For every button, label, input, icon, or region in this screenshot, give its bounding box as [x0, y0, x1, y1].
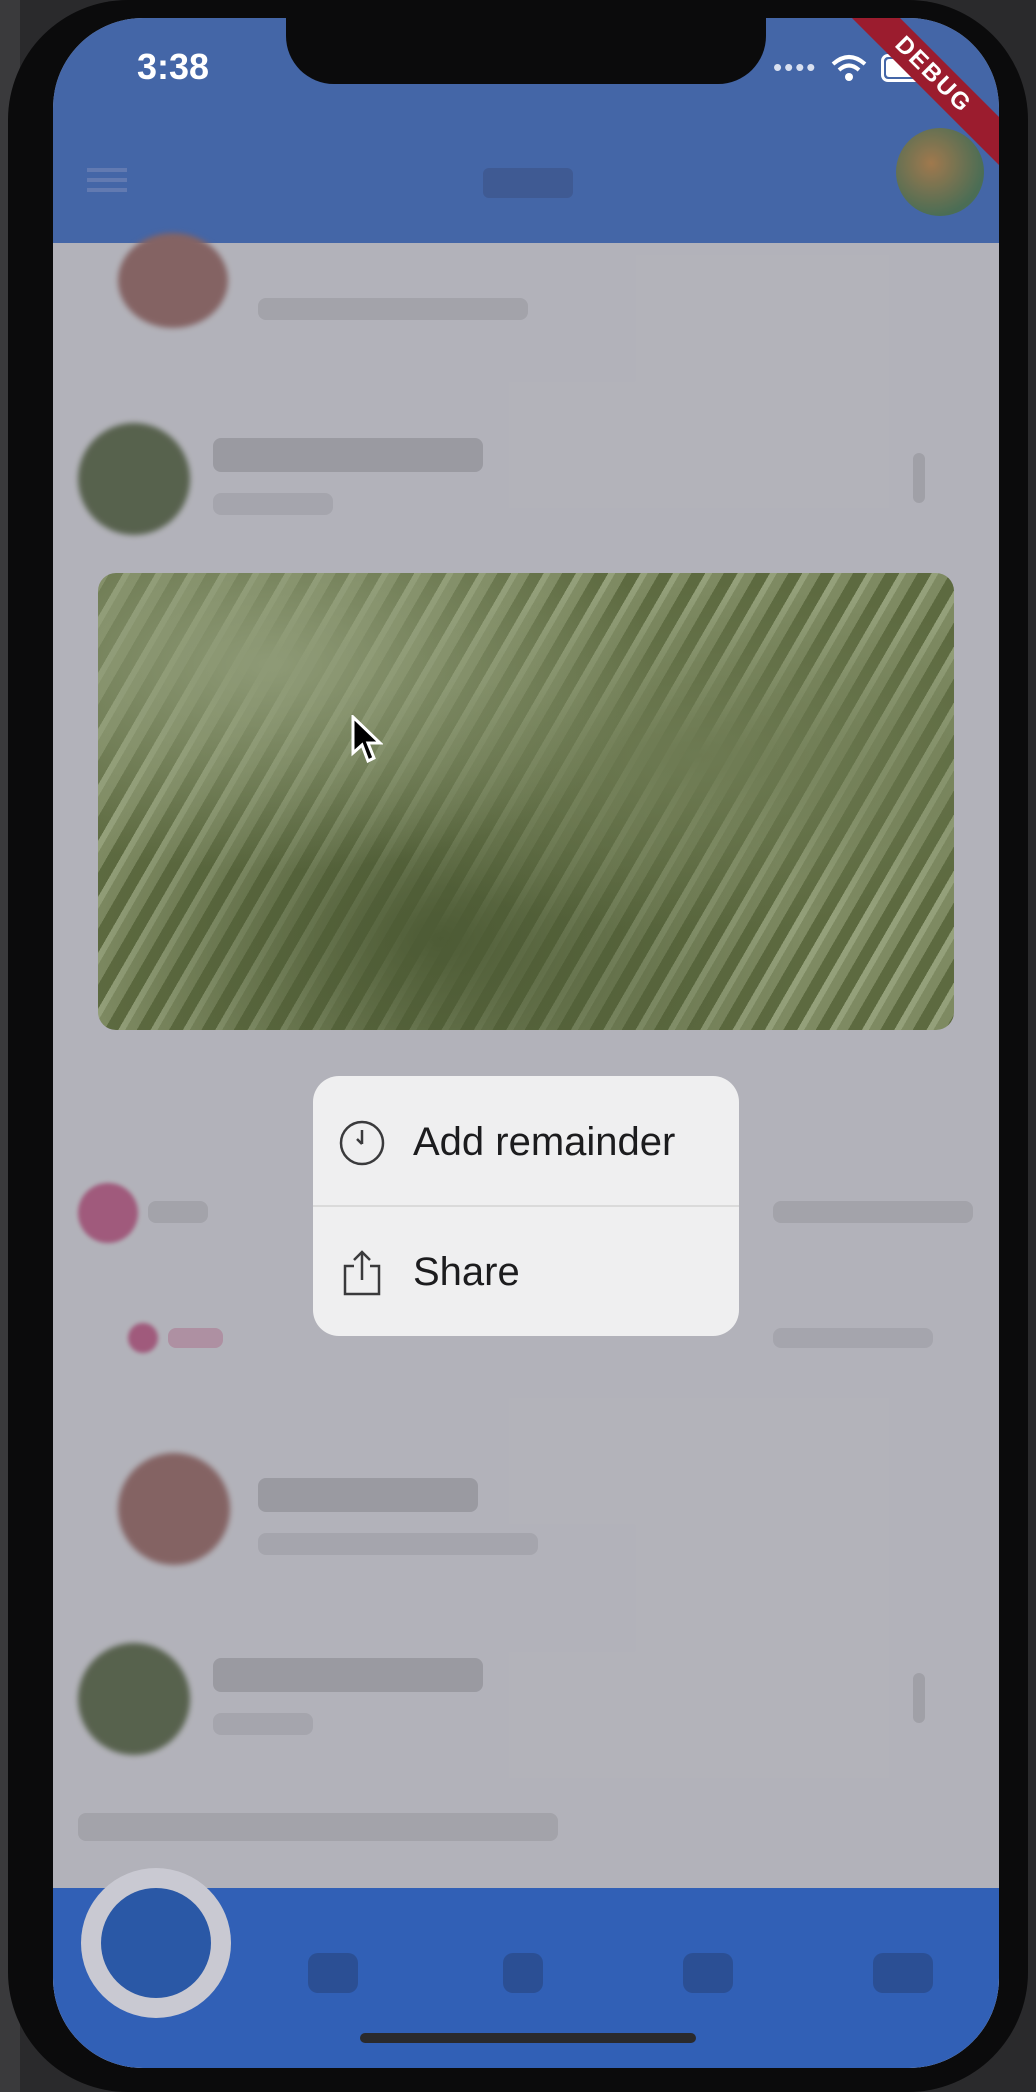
phone-frame: 3:38 •••• DEBUG Add remainder Share [8, 0, 1028, 2092]
mouse-cursor-icon [351, 715, 383, 764]
share-icon [343, 1250, 381, 1296]
notch [286, 18, 766, 84]
signal-icon: •••• [773, 52, 818, 82]
context-menu: Add remainder Share [313, 1076, 739, 1336]
app-screen: 3:38 •••• DEBUG Add remainder Share [53, 18, 999, 2068]
nav-mic-icon[interactable] [503, 1953, 543, 1993]
home-fab-button[interactable] [101, 1888, 211, 1998]
dim-overlay[interactable] [53, 18, 999, 2068]
wifi-icon [832, 54, 867, 81]
nav-edit-icon[interactable] [683, 1953, 733, 1993]
nav-people-icon[interactable] [308, 1953, 358, 1993]
menu-item-label: Add remainder [413, 1120, 676, 1164]
home-indicator[interactable] [360, 2033, 696, 2043]
menu-item-add-remainder[interactable]: Add remainder [313, 1076, 739, 1206]
clock-icon [339, 1120, 385, 1166]
post-image-preview [98, 573, 954, 1030]
status-time: 3:38 [137, 46, 210, 87]
menu-item-label: Share [413, 1250, 520, 1294]
nav-video-icon[interactable] [873, 1953, 933, 1993]
menu-item-share[interactable]: Share [313, 1206, 739, 1336]
